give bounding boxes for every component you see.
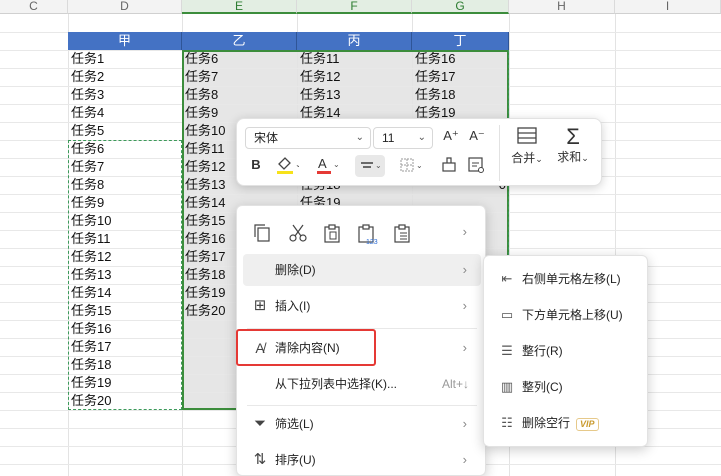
sort-icon: ⇅ <box>253 451 267 468</box>
format-painter-icon <box>442 157 456 172</box>
chevron-right-icon[interactable]: › <box>463 214 467 250</box>
submenu-item-shift-up-label: 下方单元格上移(U) <box>522 308 623 322</box>
table-cell[interactable]: 任务3 <box>68 86 182 104</box>
menu-item-pick-from-list-label: 从下拉列表中选择(K)... <box>275 377 397 391</box>
font-family-value: 宋体 <box>254 131 279 145</box>
font-size-value: 11 <box>382 131 395 145</box>
paste-special-icon[interactable] <box>391 222 413 244</box>
floating-format-toolbar: 宋体 ⌄ 11 ⌄ A⁺ A⁻ B ⌄ A ⌄ ⌄ ⌄ 合并⌄ Σ 求和⌄ <box>236 118 602 186</box>
sum-label: 求和 <box>557 150 582 164</box>
header-cell-bing[interactable]: 丙 <box>297 32 412 50</box>
fill-color-icon: ⌄ <box>277 157 302 174</box>
table-cell[interactable]: 任务4 <box>68 104 182 122</box>
chevron-right-icon: › <box>462 340 467 355</box>
submenu-item-delete-empty-rows-label: 删除空行 <box>522 416 571 430</box>
table-cell[interactable]: 任务2 <box>68 68 182 86</box>
insert-icon: ⊞ <box>253 297 267 314</box>
vip-badge: VIP <box>576 418 599 431</box>
menu-item-sort[interactable]: ⇅ 排序(U) › <box>243 444 481 476</box>
filter-icon: ⏷ <box>253 415 266 432</box>
column-header-f[interactable]: F <box>297 0 412 14</box>
submenu-item-shift-left[interactable]: ⇤ 右侧单元格左移(L) <box>492 264 642 294</box>
paint-format-button[interactable] <box>439 155 459 178</box>
merge-label: 合并 <box>511 151 536 165</box>
cell-style-icon <box>468 157 484 173</box>
font-color-icon: A ⌄ <box>317 156 340 174</box>
menu-item-filter-label: 筛选(L) <box>275 417 314 431</box>
toolbar-divider <box>499 125 500 181</box>
chevron-right-icon: › <box>462 298 467 313</box>
submenu-item-entire-row-label: 整行(R) <box>522 344 563 358</box>
menu-item-sort-label: 排序(U) <box>275 453 316 467</box>
row-icon: ☰ <box>501 343 513 358</box>
copy-icon[interactable] <box>251 222 273 244</box>
font-color-button[interactable]: A ⌄ <box>313 155 341 178</box>
copy-marquee <box>68 140 182 410</box>
shortcut-hint: Alt+↓ <box>441 377 469 391</box>
chevron-right-icon: › <box>462 262 467 277</box>
svg-text:123: 123 <box>366 239 378 246</box>
submenu-item-entire-row[interactable]: ☰ 整行(R) <box>492 336 642 366</box>
svg-text:⌄: ⌄ <box>375 161 382 170</box>
font-size-select[interactable]: 11 ⌄ <box>373 127 433 149</box>
submenu-item-shift-up[interactable]: ▭ 下方单元格上移(U) <box>492 300 642 330</box>
svg-text:A: A <box>318 156 327 171</box>
increase-font-button[interactable]: A⁺ <box>441 128 461 144</box>
submenu-item-entire-col-label: 整列(C) <box>522 380 563 394</box>
submenu-item-delete-empty-rows[interactable]: ☷ 删除空行 VIP <box>492 408 642 438</box>
cell-style-button[interactable] <box>465 155 487 178</box>
menu-divider <box>247 405 477 406</box>
table-cell[interactable]: 任务1 <box>68 50 182 68</box>
chevron-right-icon: › <box>462 416 467 431</box>
delete-submenu: ⇤ 右侧单元格左移(L) ▭ 下方单元格上移(U) ☰ 整行(R) ▥ 整列(C… <box>483 255 648 447</box>
sum-icon: Σ <box>566 124 580 149</box>
fill-color-button[interactable]: ⌄ <box>273 155 302 178</box>
font-family-select[interactable]: 宋体 ⌄ <box>245 127 371 149</box>
svg-text:⌄: ⌄ <box>333 160 339 169</box>
chevron-right-icon: › <box>462 452 467 467</box>
table-cell[interactable]: 任务5 <box>68 122 182 140</box>
decrease-font-button[interactable]: A⁻ <box>467 128 487 144</box>
header-cell-ding[interactable]: 丁 <box>412 32 509 50</box>
merge-cells-icon <box>517 127 537 144</box>
align-button[interactable]: ⌄ <box>355 155 385 177</box>
merge-button[interactable]: 合并⌄ <box>507 125 547 167</box>
border-button[interactable]: ⌄ <box>397 155 425 178</box>
bold-button[interactable]: B <box>247 157 265 172</box>
clipboard-actions-row: 123 › <box>243 214 481 250</box>
submenu-item-entire-col[interactable]: ▥ 整列(C) <box>492 372 642 402</box>
chevron-down-icon: ⌄ <box>535 154 543 164</box>
column-header-e[interactable]: E <box>182 0 297 14</box>
chevron-down-icon: ⌄ <box>581 153 589 163</box>
menu-item-filter[interactable]: ⏷ 筛选(L) › <box>243 408 481 440</box>
column-header-d[interactable]: D <box>68 0 182 14</box>
column-icon: ▥ <box>500 379 514 394</box>
sum-button[interactable]: Σ 求和⌄ <box>553 125 593 166</box>
paste-icon[interactable] <box>321 222 343 244</box>
column-header-c[interactable]: C <box>0 0 68 14</box>
svg-text:⌄: ⌄ <box>416 161 423 170</box>
cut-icon[interactable] <box>287 222 309 244</box>
shift-left-icon: ⇤ <box>501 271 513 286</box>
column-header-g[interactable]: G <box>412 0 509 14</box>
delete-empty-rows-icon: ☷ <box>501 415 513 430</box>
border-icon: ⌄ <box>400 158 423 172</box>
align-center-icon: ⌄ <box>361 161 382 170</box>
column-header-h[interactable]: H <box>509 0 615 14</box>
chevron-down-icon: ⌄ <box>355 132 364 143</box>
shift-up-icon: ▭ <box>500 307 514 322</box>
header-cell-jia[interactable]: 甲 <box>68 32 182 50</box>
menu-item-delete[interactable]: 删除(D) › <box>243 254 481 286</box>
highlight-annotation <box>236 329 376 366</box>
chevron-down-icon: ⌄ <box>417 132 426 143</box>
header-cell-yi[interactable]: 乙 <box>182 32 297 50</box>
submenu-item-shift-left-label: 右侧单元格左移(L) <box>522 272 621 286</box>
svg-text:⌄: ⌄ <box>295 160 299 169</box>
column-header-i[interactable]: I <box>615 0 721 14</box>
menu-item-pick-from-list[interactable]: 从下拉列表中选择(K)... Alt+↓ <box>243 368 481 400</box>
menu-item-delete-label: 删除(D) <box>275 263 316 277</box>
paste-values-icon[interactable]: 123 <box>355 222 379 246</box>
menu-item-insert[interactable]: ⊞ 插入(I) › <box>243 290 481 322</box>
menu-item-insert-label: 插入(I) <box>275 299 311 313</box>
